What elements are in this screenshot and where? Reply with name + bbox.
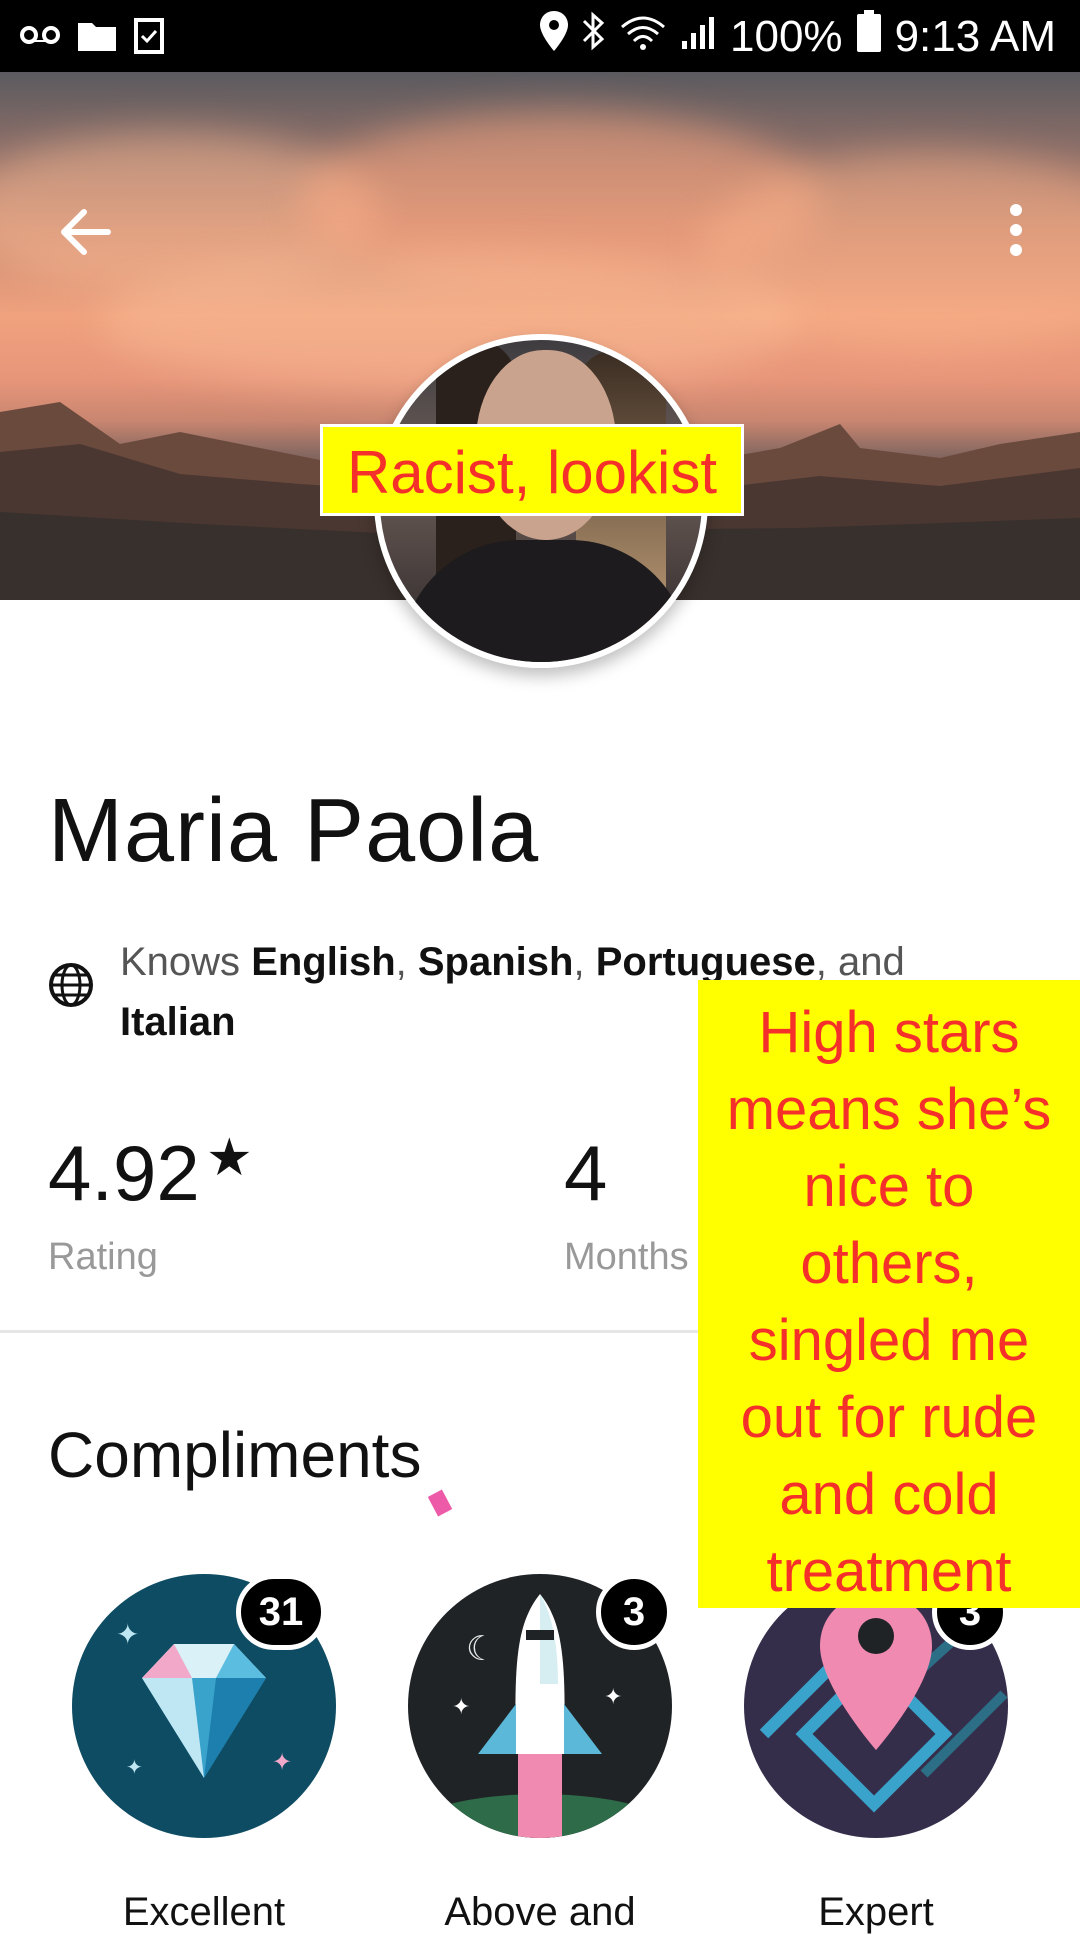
annotation-line: nice to [803,1154,975,1219]
more-vertical-icon [1010,204,1022,256]
svg-text:✦: ✦ [126,1757,143,1779]
months-label: Months [564,1236,689,1278]
arrow-left-icon [61,209,111,255]
signal-icon [680,12,716,62]
clock: 9:13 AM [894,11,1056,61]
wifi-icon [620,12,666,62]
language-item: English [251,940,396,984]
divider [0,1330,698,1333]
annotation-line: High stars [758,1000,1020,1065]
annotation-line: others, [800,1231,978,1296]
svg-text:✦: ✦ [272,1749,292,1776]
folder-icon [78,19,116,56]
annotation-top-label: Racist, lookist [320,424,744,516]
language-item: Portuguese [595,940,816,984]
svg-text:✦: ✦ [116,1619,139,1650]
annotation-line: and cold [779,1462,999,1527]
annotation-side-label: High stars means she’s nice to others, s… [698,980,1080,1608]
months-value: 4 [564,1129,608,1217]
svg-text:✦: ✦ [452,1694,470,1719]
annotation-line: singled me [748,1308,1030,1373]
rating-label: Rating [48,1236,158,1278]
svg-text:✦: ✦ [604,1684,622,1709]
compliment-label: Above and [444,1890,636,1934]
language-item: Italian [120,1000,236,1044]
annotation-line: means she’s [726,1077,1052,1142]
compliment-count: 3 [596,1574,672,1650]
task-icon [134,16,164,59]
annotation-line: out for rude [740,1385,1038,1450]
star-icon: ★ [206,1129,253,1187]
pink-mark [427,1489,453,1517]
annotation-line: treatment [766,1539,1012,1604]
compliments-title: Compliments [48,1419,422,1491]
svg-text:☾: ☾ [466,1630,496,1668]
compliment-label: Excellent [122,1890,286,1934]
compliment-count: 31 [236,1574,326,1650]
location-icon [540,11,569,62]
languages-joiner: , and [815,940,905,984]
bluetooth-icon [582,11,606,62]
rating-value: 4.92 [48,1129,200,1217]
globe-icon [48,962,94,1008]
more-options-button[interactable] [996,200,1036,260]
voicemail-icon [20,23,60,52]
languages-prefix: Knows [120,940,241,984]
compliment-label: Expert [818,1890,934,1934]
driver-name: Maria Paola [48,781,540,881]
battery-percent: 100% [730,11,843,61]
battery-icon [856,10,881,63]
status-bar: 100% 9:13 AM [0,0,1080,72]
language-item: Spanish [417,940,574,984]
back-button[interactable] [56,202,116,262]
